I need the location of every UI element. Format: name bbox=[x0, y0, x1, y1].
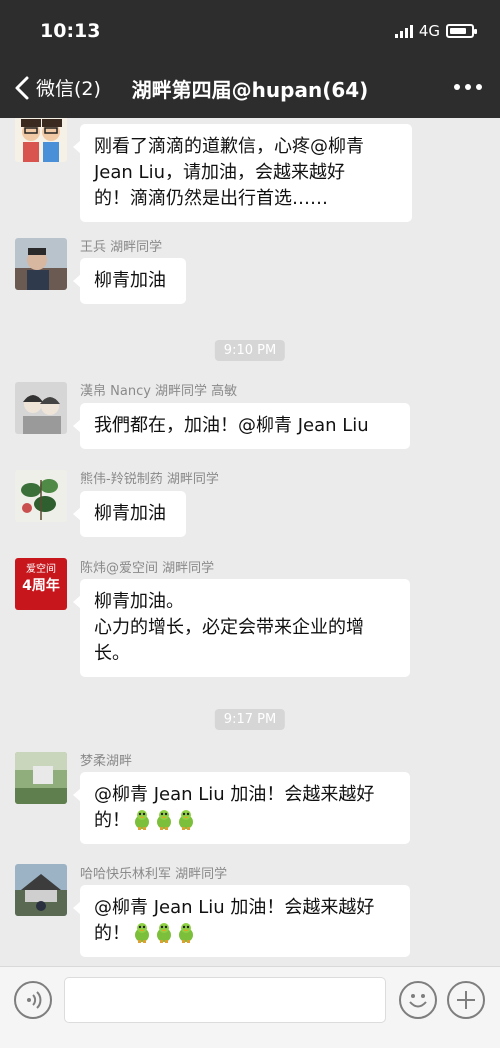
sender-name: 陈炜@爱空间 湖畔同学 bbox=[80, 561, 215, 576]
emoji-button[interactable] bbox=[399, 981, 437, 1019]
sender-name: 王兵 湖畔同学 bbox=[80, 240, 163, 255]
message-bubble[interactable]: @柳青 Jean Liu 加油！会越来越好 的！ bbox=[73, 772, 410, 844]
avatar[interactable] bbox=[15, 752, 67, 804]
status-time: 10:13 bbox=[40, 20, 101, 42]
battery-fill bbox=[450, 28, 466, 34]
emoji-icon bbox=[409, 994, 427, 1008]
time-separator: 9:17 PM bbox=[214, 709, 286, 730]
avatar-logo: 4周年 bbox=[22, 578, 60, 594]
chat-area[interactable]: 刚看了滴滴的道歉信，心疼@柳青 Jean Liu，请加油，会越来越好 的！滴滴仍… bbox=[0, 118, 500, 966]
message-bubble[interactable]: 刚看了滴滴的道歉信，心疼@柳青 Jean Liu，请加油，会越来越好 的！滴滴仍… bbox=[73, 124, 412, 222]
back-label: 微信(2) bbox=[36, 78, 101, 100]
more-icon[interactable] bbox=[454, 84, 482, 90]
message-bubble[interactable]: 柳青加油 bbox=[73, 491, 186, 537]
message-line: 的！滴滴仍然是出行首选…… bbox=[94, 188, 328, 209]
sender-name: 哈哈快乐林利军 湖畔同学 bbox=[80, 867, 228, 882]
message-bubble[interactable]: 我們都在，加油！@柳青 Jean Liu bbox=[73, 403, 410, 449]
nav-bar: 微信(2) 湖畔第四届@hupan(64) bbox=[0, 68, 500, 112]
green-bird-emoji bbox=[176, 808, 196, 830]
message-line: @柳青 Jean Liu 加油！会越来越好 bbox=[94, 784, 375, 805]
message-line: 刚看了滴滴的道歉信，心疼@柳青 bbox=[94, 136, 364, 157]
network-type: 4G bbox=[418, 22, 440, 40]
avatar[interactable] bbox=[15, 382, 67, 434]
avatar[interactable]: 爱空间 4周年 bbox=[15, 558, 67, 610]
message-bubble[interactable]: @柳青 Jean Liu 加油！会越来越好 的！ bbox=[73, 885, 410, 957]
voice-icon bbox=[27, 991, 42, 1009]
sender-name: 梦柔湖畔 bbox=[80, 754, 133, 769]
message-line: 柳青加油 bbox=[94, 503, 166, 524]
green-bird-emoji bbox=[154, 808, 174, 830]
message-line: Jean Liu，请加油，会越来越好 bbox=[94, 162, 345, 183]
back-button[interactable]: 微信(2) bbox=[12, 74, 101, 101]
green-bird-emoji bbox=[132, 921, 152, 943]
voice-button[interactable] bbox=[14, 981, 52, 1019]
input-bar bbox=[0, 966, 500, 1048]
message-input[interactable] bbox=[64, 977, 386, 1023]
message-line: 心力的增长，必定会带来企业的增 bbox=[94, 617, 364, 638]
avatar[interactable] bbox=[15, 238, 67, 290]
message-bubble[interactable]: 柳青加油。 心力的增长，必定会带来企业的增 长。 bbox=[73, 579, 410, 677]
battery-icon bbox=[446, 24, 477, 38]
message-line: @柳青 Jean Liu 加油！会越来越好 bbox=[94, 897, 375, 918]
signal-icon bbox=[394, 24, 413, 38]
message-line: 柳青加油 bbox=[94, 270, 166, 291]
back-chevron-icon bbox=[15, 76, 29, 99]
green-bird-emoji bbox=[132, 808, 152, 830]
sender-name: 漢帛 Nancy 湖畔同学 高敏 bbox=[80, 384, 238, 399]
green-bird-emoji bbox=[176, 921, 196, 943]
message-line: 的！ bbox=[94, 921, 396, 947]
green-bird-emoji bbox=[154, 921, 174, 943]
message-line: 我們都在，加油！@柳青 Jean Liu bbox=[94, 415, 369, 436]
avatar[interactable] bbox=[15, 118, 67, 162]
message-bubble[interactable]: 柳青加油 bbox=[73, 258, 186, 304]
top-bar: 10:13 4G 微信(2) 湖畔第四届@hupan(64) bbox=[0, 0, 500, 118]
plus-button[interactable] bbox=[447, 981, 485, 1019]
message-line: 柳青加油。 bbox=[94, 591, 184, 612]
message-line: 的！ bbox=[94, 808, 396, 834]
plus-icon bbox=[457, 991, 475, 1009]
avatar[interactable] bbox=[15, 470, 67, 522]
sender-name: 熊伟-羚锐制药 湖畔同学 bbox=[80, 472, 219, 487]
chat-title: 湖畔第四届@hupan(64) bbox=[131, 78, 369, 102]
avatar[interactable] bbox=[15, 864, 67, 916]
status-indicators: 4G bbox=[394, 22, 477, 40]
message-line: 长。 bbox=[94, 643, 130, 664]
avatar-logo: 爱空间 bbox=[26, 564, 56, 575]
time-separator: 9:10 PM bbox=[214, 340, 286, 361]
